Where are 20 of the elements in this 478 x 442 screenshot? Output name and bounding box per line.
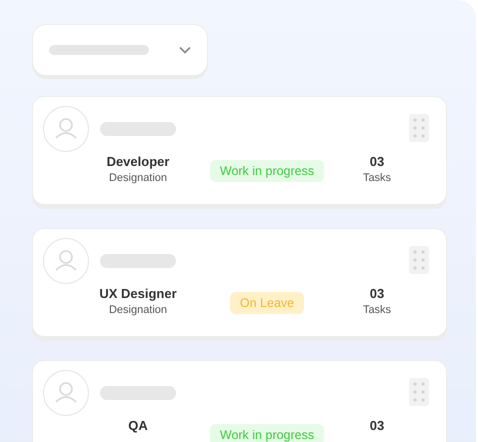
- task-count: 03: [370, 286, 384, 302]
- drag-handle-icon[interactable]: [409, 246, 429, 274]
- role-label: Designation: [108, 303, 168, 318]
- role-title: UX Designer: [99, 286, 177, 302]
- avatar-icon: [43, 370, 89, 416]
- role-title: QA: [128, 418, 148, 434]
- task-label: Tasks: [362, 303, 392, 318]
- drag-handle-icon[interactable]: [409, 378, 429, 406]
- status-badge: Work in progress: [210, 424, 324, 442]
- task-count: 03: [370, 154, 384, 170]
- avatar-icon: [43, 106, 89, 152]
- task-count: 03: [370, 418, 384, 434]
- role-label: Designation: [108, 171, 168, 186]
- status-badge: On Leave: [230, 292, 304, 314]
- task-label: Tasks: [362, 171, 392, 186]
- status-badge: Work in progress: [210, 160, 324, 182]
- drag-handle-icon[interactable]: [409, 114, 429, 142]
- role-title: Developer: [106, 154, 170, 170]
- avatar-icon: [43, 238, 89, 284]
- dropdown[interactable]: [32, 24, 208, 76]
